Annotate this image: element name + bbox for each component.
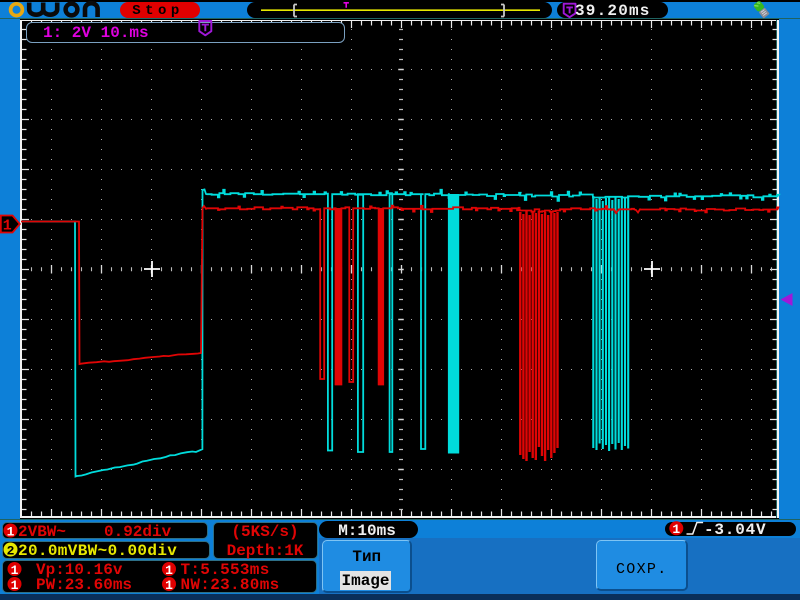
svg-text:2: 2 [7,543,15,558]
svg-text:1: 1 [672,522,680,537]
svg-text:1: 1 [11,578,19,593]
svg-text:1: 1 [7,524,15,539]
svg-text:1: 1 [165,563,173,578]
svg-text:1: 1 [11,563,19,578]
svg-text:1: 1 [165,578,173,593]
